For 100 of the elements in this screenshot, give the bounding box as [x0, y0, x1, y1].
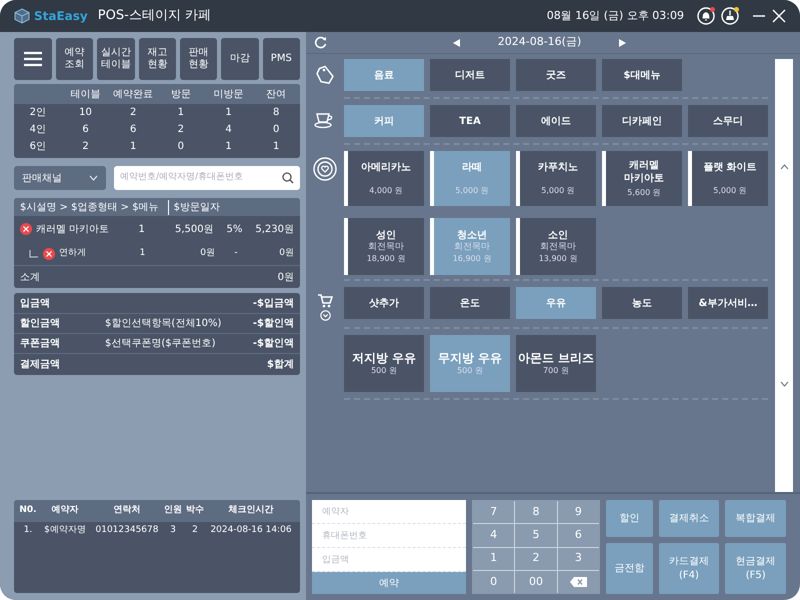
total-label: 쿠폰금액 [20, 337, 61, 351]
table-cell-text: 01012345678 [94, 524, 160, 538]
close-icon[interactable] [772, 9, 786, 23]
option-tab[interactable]: 온도 [430, 287, 510, 319]
menu-item-button[interactable]: 캐러멜 마키아토 5,600 원 [602, 151, 682, 206]
table-cell-text: 0 [176, 140, 186, 154]
toolbar-button[interactable]: 실시간 테이블 [97, 38, 135, 80]
broom-icon[interactable] [721, 7, 739, 25]
date-time: 08월 16일 (금) 오후 03:09 [546, 8, 684, 24]
menu-icon [23, 51, 43, 67]
chevron-down-icon [89, 175, 98, 181]
bell-icon[interactable] [697, 7, 715, 25]
table-cell-text: 8 [272, 106, 280, 120]
total-value: -$할인액 [252, 317, 294, 331]
quantity: 1 [138, 246, 146, 260]
table-cell-text: 3 [169, 524, 177, 538]
cube-logo-icon [14, 8, 30, 24]
toolbar-button[interactable]: 마감 [221, 38, 259, 80]
total-value: -$할인액 [252, 337, 294, 351]
menu-item-button[interactable]: 성인 회전목마 18,900 원 [344, 218, 424, 275]
backspace-key[interactable] [558, 570, 599, 593]
table-cell-text: 4 [224, 123, 233, 137]
input-field[interactable]: 입금액 [312, 548, 466, 572]
toolbar-button[interactable]: 예약 조회 [56, 38, 94, 80]
option-item-button[interactable]: 아몬드 브리즈 700 원 [516, 335, 596, 392]
branch-icon [28, 248, 40, 258]
channel-select[interactable]: 판매채널 [14, 166, 106, 190]
search-field[interactable]: 예약번호/예약자명/휴대폰번호 [114, 166, 300, 190]
input-field[interactable]: 휴대폰번호 [312, 524, 466, 548]
option-tab[interactable]: 농도 [602, 287, 682, 319]
item-total: 5,230원 [255, 222, 294, 236]
option-tab[interactable]: 샷추가 [344, 287, 424, 319]
toolbar-button[interactable]: 재고 현황 [138, 38, 176, 80]
refresh-icon[interactable] [314, 36, 327, 49]
scroll-up-icon[interactable] [780, 164, 788, 170]
unit-price: 0원 [199, 246, 215, 260]
table-cell-text: 6 [128, 123, 138, 137]
total-label: 할인금액 [20, 317, 61, 331]
quantity: 1 [137, 222, 146, 236]
breadcrumb-text: $시설명 > $업종형태 > $메뉴 [20, 200, 159, 214]
column-header: 미방문 [212, 88, 245, 102]
toolbar-button[interactable]: PMS [262, 38, 300, 80]
row-label: 2인 [28, 106, 48, 120]
category-tab[interactable]: 디저트 [430, 59, 510, 91]
total-label: 결제금액 [20, 358, 61, 372]
table-cell-text: 1 [224, 140, 233, 154]
menu-item-button[interactable]: 아메리카노 4,000 원 [344, 151, 424, 206]
toolbar-button[interactable]: 판매 현황 [180, 38, 218, 80]
menu-item-button[interactable]: 카푸치노 5,000 원 [516, 151, 596, 206]
table-cell-text: 1 [128, 140, 138, 154]
table-cell-text: 2 [128, 106, 138, 120]
tag-icon [316, 65, 334, 85]
menu-button[interactable] [14, 38, 52, 80]
expand-icon[interactable] [320, 310, 330, 321]
table-cell-text: $예약자명 [43, 524, 87, 538]
backspace-icon [570, 576, 587, 587]
subcategory-tab[interactable]: TEA [430, 105, 510, 137]
column-header: 예약완료 [112, 88, 154, 102]
remove-icon[interactable] [20, 223, 32, 235]
total-detail: $선택쿠폰명($쿠폰번호) [105, 337, 216, 351]
next-icon[interactable] [619, 38, 626, 46]
table-cell-text: 2 [191, 524, 199, 538]
column-header: 예약자 [50, 504, 80, 518]
total-value: -$입금액 [252, 297, 294, 311]
column-header: 박수 [185, 504, 205, 518]
cart-icon [317, 293, 333, 308]
column-header: 잔여 [265, 88, 288, 102]
menu-item-button[interactable]: 플랫 화이트 5,000 원 [688, 151, 768, 206]
remove-icon[interactable] [43, 248, 55, 260]
column-header: N0. [18, 504, 38, 518]
subcategory-tab[interactable]: 스무디 [688, 105, 768, 137]
previous-icon[interactable] [452, 38, 460, 46]
column-header: 인원 [163, 504, 183, 518]
total-detail: $할인선택항목(전체10%) [105, 317, 222, 331]
scrollbar[interactable] [775, 59, 793, 492]
table-cell-text: 1 [224, 106, 233, 120]
category-tab[interactable]: $대메뉴 [602, 59, 682, 91]
table-cell-text: 2 [176, 123, 186, 137]
subcategory-tab[interactable]: 에이드 [516, 105, 596, 137]
table-cell-text: 1 [176, 106, 186, 120]
column-header: 방문 [170, 88, 192, 102]
subtotal-value: 0원 [278, 270, 294, 284]
current-date: 2024-08-16(금) [498, 34, 582, 50]
option-item-button[interactable]: 저지방 우유 500 원 [344, 335, 424, 392]
row-label: 6인 [28, 140, 48, 154]
menu-item-button[interactable]: 소인 회전목마 13,900 원 [516, 218, 596, 275]
item-total: 0원 [278, 246, 294, 260]
scroll-down-icon[interactable] [780, 380, 788, 387]
item-name: 연하게 [59, 246, 86, 260]
item-name: 캐러멜 마키아토 [36, 222, 110, 236]
logo-text: StaEasy [34, 8, 88, 25]
table-cell-text: 1 [272, 140, 280, 154]
category-tab[interactable]: 굿즈 [516, 59, 596, 91]
window-title: POS-스테이지 카페 [98, 7, 211, 26]
option-tab[interactable]: &부가서비… [688, 287, 768, 319]
discount-rate: - [233, 246, 239, 260]
subtotal-label: 소계 [20, 270, 40, 284]
input-field[interactable]: 예약자 [312, 500, 466, 524]
table-cell-text: 2 [81, 140, 90, 154]
subcategory-tab[interactable]: 디카페인 [602, 105, 682, 137]
